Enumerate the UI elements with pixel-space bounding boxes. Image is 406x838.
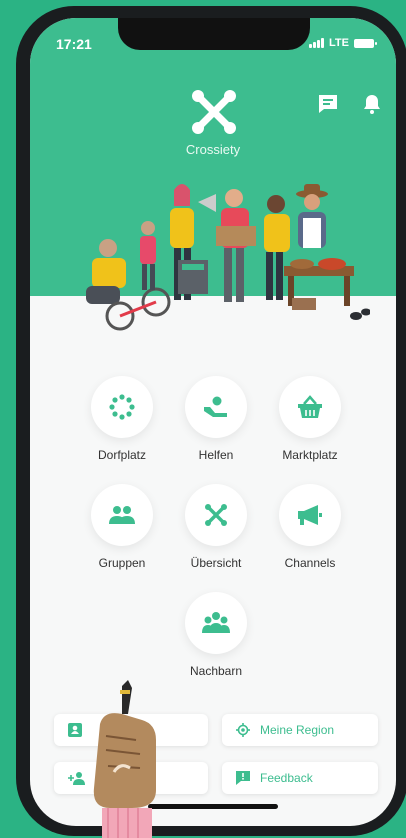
network-label: LTE: [329, 37, 349, 49]
meine-region-button[interactable]: Meine Region: [222, 714, 378, 746]
status-indicators: LTE: [309, 37, 377, 49]
menu-button-marktplatz[interactable]: [279, 376, 341, 438]
menu-button-uebersicht[interactable]: [185, 484, 247, 546]
location-target-icon: [236, 723, 250, 737]
menu-button-gruppen[interactable]: [91, 484, 153, 546]
crossiety-logo-icon: [192, 90, 236, 134]
menu-label-dorfplatz: Dorfplatz: [97, 448, 147, 462]
basket-icon: [298, 395, 322, 418]
hand-illustration: [93, 680, 156, 838]
neighbors-icon: [202, 612, 230, 633]
app-screen: 17:21 LTE Crossiety Dorfplatz Helfen Mar…: [30, 18, 396, 826]
feedback-icon: [236, 771, 250, 785]
menu-item-channels[interactable]: Channels: [260, 484, 360, 570]
menu-label-gruppen: Gruppen: [98, 556, 146, 570]
add-user-icon: [68, 772, 85, 785]
feedback-button[interactable]: Feedback: [222, 762, 378, 794]
signal-icon: [309, 38, 325, 48]
meine-region-label: Meine Region: [260, 723, 335, 737]
menu-label-helfen: Helfen: [198, 448, 234, 462]
bell-icon[interactable]: [360, 92, 384, 116]
menu-label-channels: Channels: [284, 556, 336, 570]
menu-label-nachbarn: Nachbarn: [189, 664, 243, 678]
megaphone-icon: [298, 505, 322, 525]
menu-item-uebersicht[interactable]: Übersicht: [166, 484, 266, 570]
helping-hand-icon: [204, 396, 227, 417]
menu-label-marktplatz: Marktplatz: [282, 448, 338, 462]
contact-card-icon: [68, 723, 82, 737]
battery-icon: [354, 38, 377, 48]
feedback-label: Feedback: [260, 771, 313, 785]
menu-label-uebersicht: Übersicht: [190, 556, 242, 570]
menu-item-marktplatz[interactable]: Marktplatz: [260, 376, 360, 462]
menu-item-helfen[interactable]: Helfen: [166, 376, 266, 462]
status-time: 17:21: [56, 36, 92, 52]
menu-button-nachbarn[interactable]: [185, 592, 247, 654]
menu-item-dorfplatz[interactable]: Dorfplatz: [72, 376, 172, 462]
menu-button-channels[interactable]: [279, 484, 341, 546]
chat-icon[interactable]: [316, 92, 340, 116]
crossiety-icon: [205, 504, 227, 526]
notch: [118, 18, 310, 50]
app-name: Crossiety: [185, 142, 241, 157]
group-icon: [109, 506, 135, 524]
community-illustration: [86, 184, 370, 331]
menu-button-helfen[interactable]: [185, 376, 247, 438]
menu-button-dorfplatz[interactable]: [91, 376, 153, 438]
menu-item-gruppen[interactable]: Gruppen: [72, 484, 172, 570]
dots-circle-icon: [109, 394, 135, 420]
menu-item-nachbarn[interactable]: Nachbarn: [166, 592, 266, 678]
